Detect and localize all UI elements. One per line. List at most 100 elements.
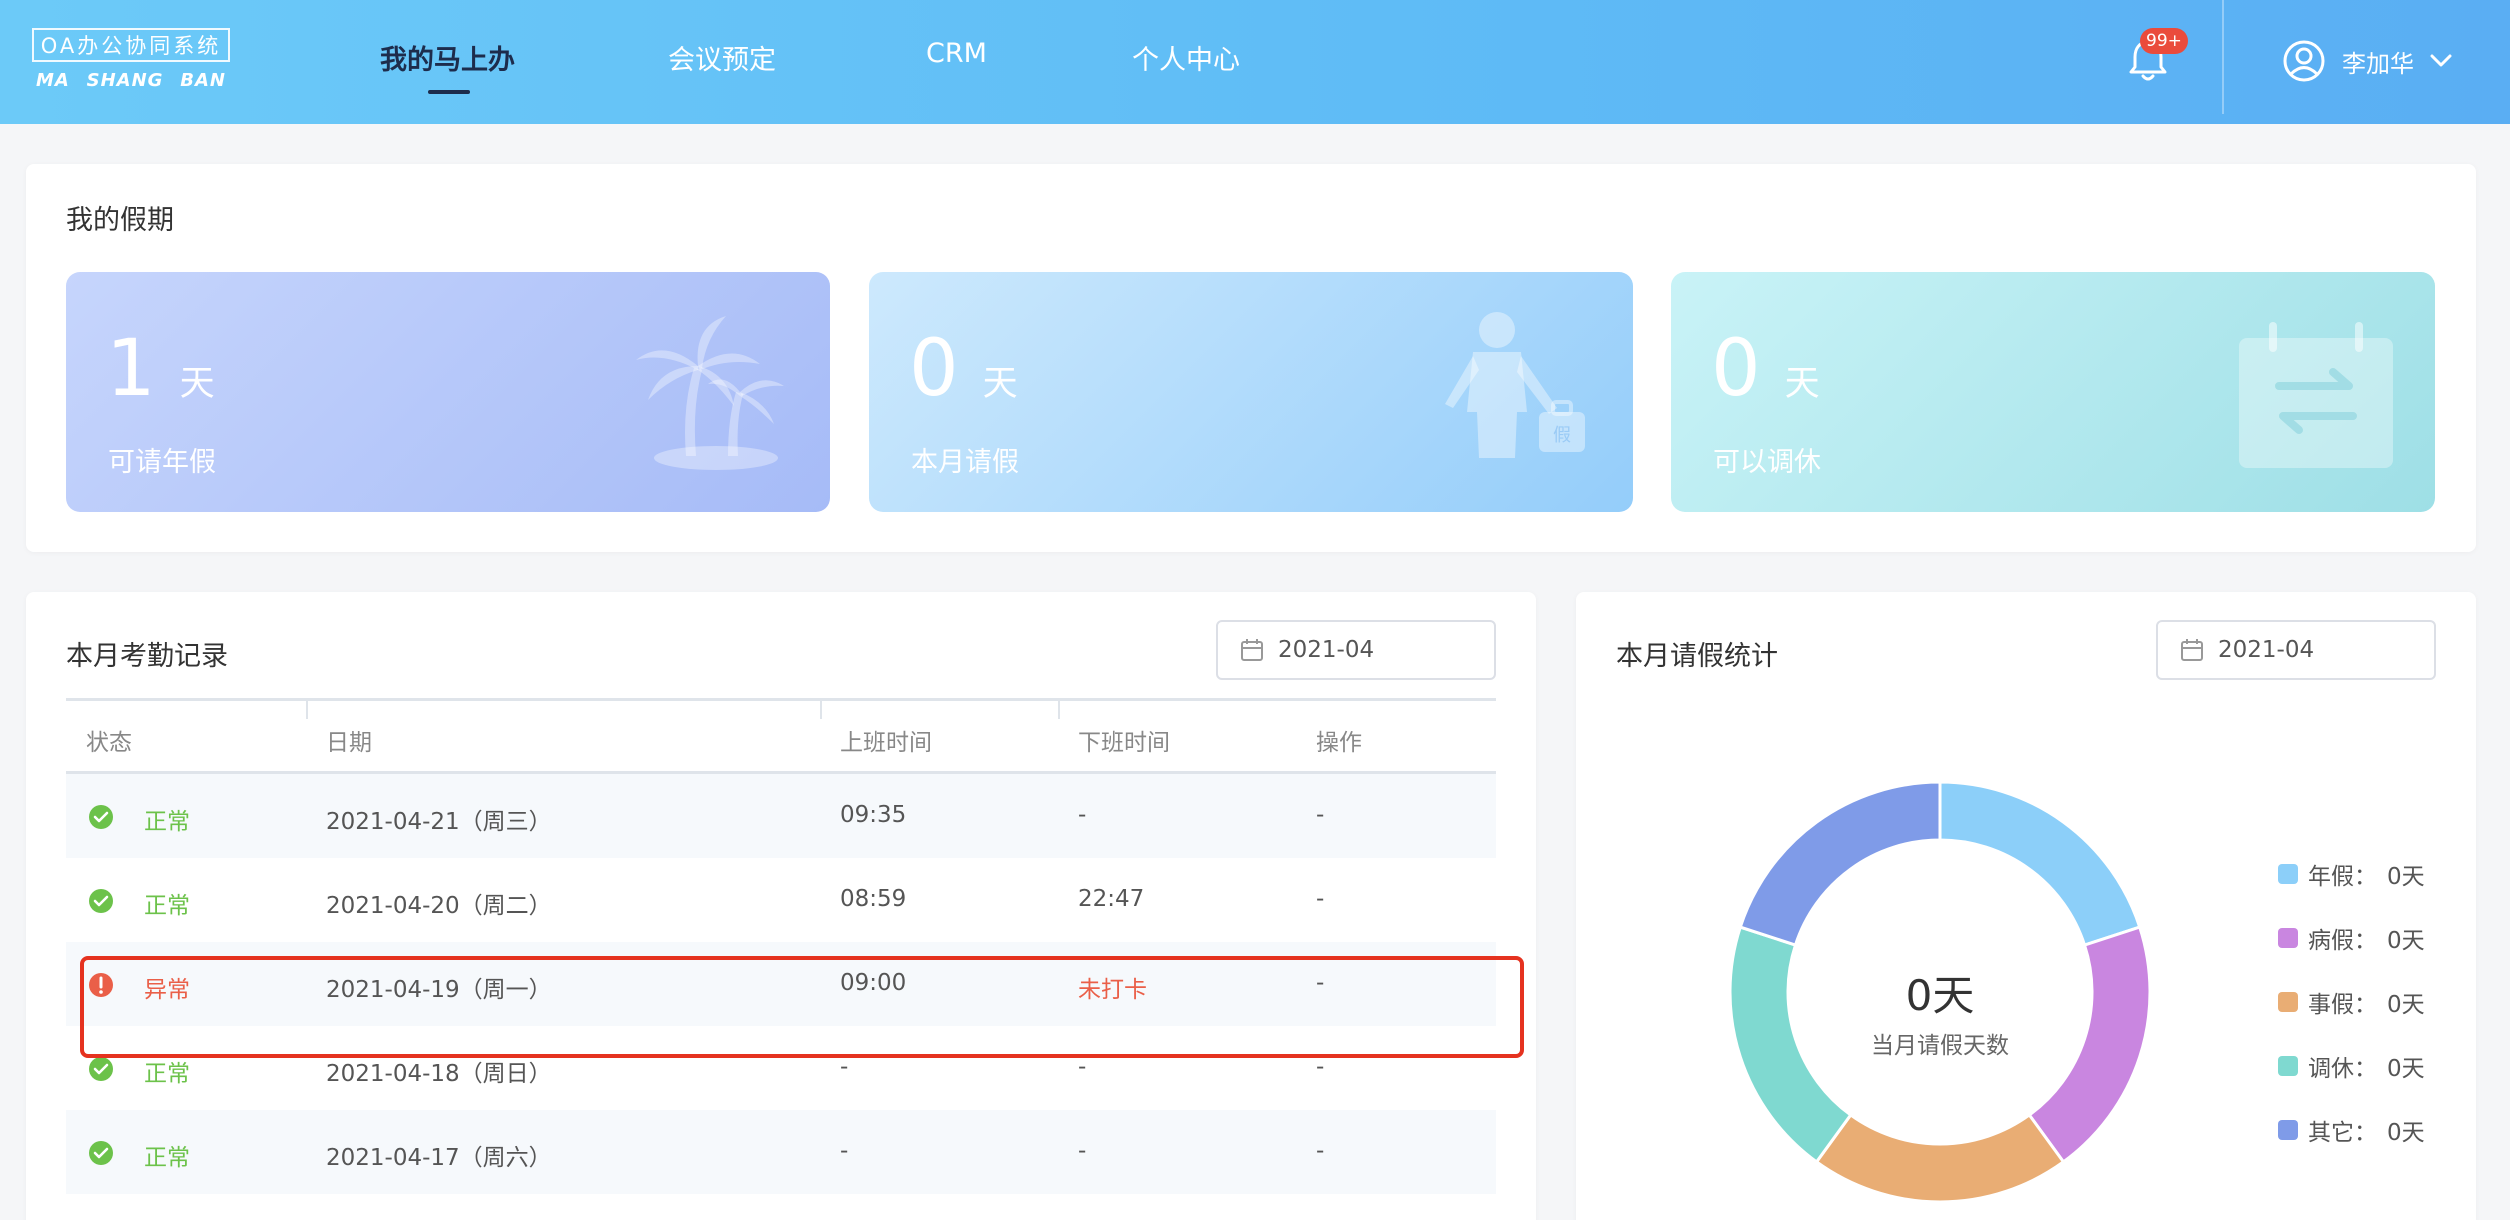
holiday-card-title: 我的假期 [66, 205, 174, 236]
calendar-swap-icon [2239, 322, 2393, 468]
annual-leave-stat[interactable]: 1 天 可请年假 [66, 272, 830, 512]
row-action[interactable]: - [1316, 886, 1324, 912]
column-status: 状态 [86, 730, 132, 756]
table-row[interactable]: 异常 2021-04-19（周一） 09:00 未打卡 - [66, 942, 1496, 1026]
calendar-icon [2181, 639, 2203, 661]
nav-personal-center[interactable]: 个人中心 [1132, 38, 1240, 77]
check-circle-icon [89, 1057, 113, 1081]
row-clock-in: 09:00 [840, 970, 907, 996]
table-row[interactable]: 正常 2021-04-21（周三） 09:35 - - [66, 774, 1496, 858]
donut-segment[interactable] [1938, 780, 2142, 947]
row-clock-in: - [840, 1138, 849, 1164]
legend-swatch [2278, 928, 2298, 948]
my-holidays-card: 我的假期 1 天 可请年假 0 天 本月请假 假 0 天 可以调休 [26, 164, 2476, 552]
notification-badge: 99+ [2140, 28, 2188, 54]
row-action[interactable]: - [1316, 1138, 1324, 1164]
user-avatar-icon [2283, 40, 2325, 82]
legend-item-annual[interactable]: 年假： 0天 [2278, 842, 2425, 906]
logo-subtitle: MA SHANG BAN [32, 70, 230, 91]
user-name: 李加华 [2342, 49, 2414, 78]
attendance-month-value: 2021-04 [1278, 637, 1375, 663]
chevron-down-icon [2430, 54, 2452, 67]
legend-swatch [2278, 1120, 2298, 1140]
row-clock-in: 08:59 [840, 886, 907, 912]
legend-label: 调休： [2308, 1056, 2377, 1082]
calendar-icon [1241, 639, 1263, 661]
row-status: 异常 [144, 977, 190, 1003]
nav-meeting-booking[interactable]: 会议预定 [668, 38, 776, 77]
donut-center-label: 当月请假天数 [1871, 1033, 2009, 1059]
stat-number: 0 [909, 324, 959, 414]
row-date: 2021-04-21（周三） [326, 809, 552, 835]
row-date: 2021-04-20（周二） [326, 893, 552, 919]
column-clock-out: 下班时间 [1078, 730, 1170, 756]
nav-my-work[interactable]: 我的马上办 [380, 38, 515, 77]
top-header: OA办公协同系统 MA SHANG BAN 我的马上办 会议预定 CRM 个人中… [0, 0, 2510, 124]
nav-crm[interactable]: CRM [926, 38, 987, 69]
attendance-month-picker[interactable]: 2021-04 [1216, 620, 1496, 680]
legend-item-compensatory[interactable]: 调休： 0天 [2278, 1034, 2425, 1098]
logo-sub-3: BAN [180, 70, 226, 91]
compensatory-leave-label: 可以调休 [1713, 447, 1821, 478]
header-divider [2222, 0, 2224, 114]
column-clock-in: 上班时间 [840, 730, 932, 756]
monthly-leave-stat[interactable]: 0 天 本月请假 假 [869, 272, 1633, 512]
legend-label: 年假： [2308, 864, 2377, 890]
donut-segment[interactable] [1814, 1112, 2066, 1204]
svg-text:假: 假 [1553, 425, 1571, 446]
annual-leave-value: 1 天 [106, 330, 215, 408]
row-status: 正常 [144, 1145, 190, 1171]
row-clock-in: 09:35 [840, 802, 907, 828]
table-row[interactable]: 正常 2021-04-17（周六） - - - [66, 1110, 1496, 1194]
legend-value: 0天 [2387, 864, 2425, 890]
attendance-card: 本月考勤记录 2021-04 状态 日期 上班时间 下班时间 操作 正常 202… [26, 592, 1536, 1220]
row-clock-out: 22:47 [1078, 886, 1145, 912]
row-status: 正常 [144, 809, 190, 835]
user-menu[interactable]: 李加华 [2282, 36, 2452, 86]
app-logo[interactable]: OA办公协同系统 MA SHANG BAN [32, 28, 230, 98]
row-action[interactable]: - [1316, 970, 1324, 996]
row-date: 2021-04-19（周一） [326, 977, 552, 1003]
check-circle-icon [89, 805, 113, 829]
stat-unit: 天 [982, 364, 1018, 404]
row-status: 正常 [144, 893, 190, 919]
row-action[interactable]: - [1316, 802, 1324, 828]
logo-sub-1: MA [36, 70, 70, 91]
row-action[interactable]: - [1316, 1054, 1324, 1080]
check-circle-icon [89, 1141, 113, 1165]
legend-item-sick[interactable]: 病假： 0天 [2278, 906, 2425, 970]
legend-item-other[interactable]: 其它： 0天 [2278, 1098, 2425, 1162]
leave-month-picker[interactable]: 2021-04 [2156, 620, 2436, 680]
row-clock-out: 未打卡 [1078, 977, 1147, 1003]
legend-label: 病假： [2308, 928, 2377, 954]
compensatory-leave-stat[interactable]: 0 天 可以调休 [1671, 272, 2435, 512]
table-row[interactable]: 正常 2021-04-20（周二） 08:59 22:47 - [66, 858, 1496, 942]
row-date: 2021-04-17（周六） [326, 1145, 552, 1171]
attendance-title: 本月考勤记录 [66, 641, 228, 672]
leave-stats-card: 本月请假统计 2021-04 0天 当月请假天数 年假： 0天 病假： 0天 事… [1576, 592, 2476, 1220]
legend-swatch [2278, 1056, 2298, 1076]
column-date: 日期 [326, 730, 372, 756]
monthly-leave-value: 0 天 [909, 330, 1018, 408]
donut-center-value: 0天 [1905, 971, 1975, 1020]
warning-circle-icon [89, 973, 113, 997]
donut-segment[interactable] [1738, 780, 1942, 947]
logo-title: OA办公协同系统 [32, 28, 230, 62]
businessman-leave-icon: 假 [1445, 312, 1585, 458]
legend-value: 0天 [2387, 928, 2425, 954]
legend-value: 0天 [2387, 1056, 2425, 1082]
leave-stats-title: 本月请假统计 [1616, 641, 1778, 672]
check-circle-icon [89, 889, 113, 913]
leave-legend: 年假： 0天 病假： 0天 事假： 0天 调休： 0天 其它： 0天 [2278, 842, 2425, 1162]
legend-label: 事假： [2308, 992, 2377, 1018]
attendance-table: 状态 日期 上班时间 下班时间 操作 正常 2021-04-21（周三） 09:… [66, 698, 1524, 1194]
legend-item-personal[interactable]: 事假： 0天 [2278, 970, 2425, 1034]
legend-value: 0天 [2387, 1120, 2425, 1146]
table-row[interactable]: 正常 2021-04-18（周日） - - - [66, 1026, 1496, 1110]
row-clock-in: - [840, 1054, 849, 1080]
annual-leave-label: 可请年假 [108, 447, 216, 478]
row-status: 正常 [144, 1061, 190, 1087]
table-header: 状态 日期 上班时间 下班时间 操作 [66, 698, 1496, 774]
compensatory-leave-value: 0 天 [1711, 330, 1820, 408]
column-separator [820, 701, 822, 719]
